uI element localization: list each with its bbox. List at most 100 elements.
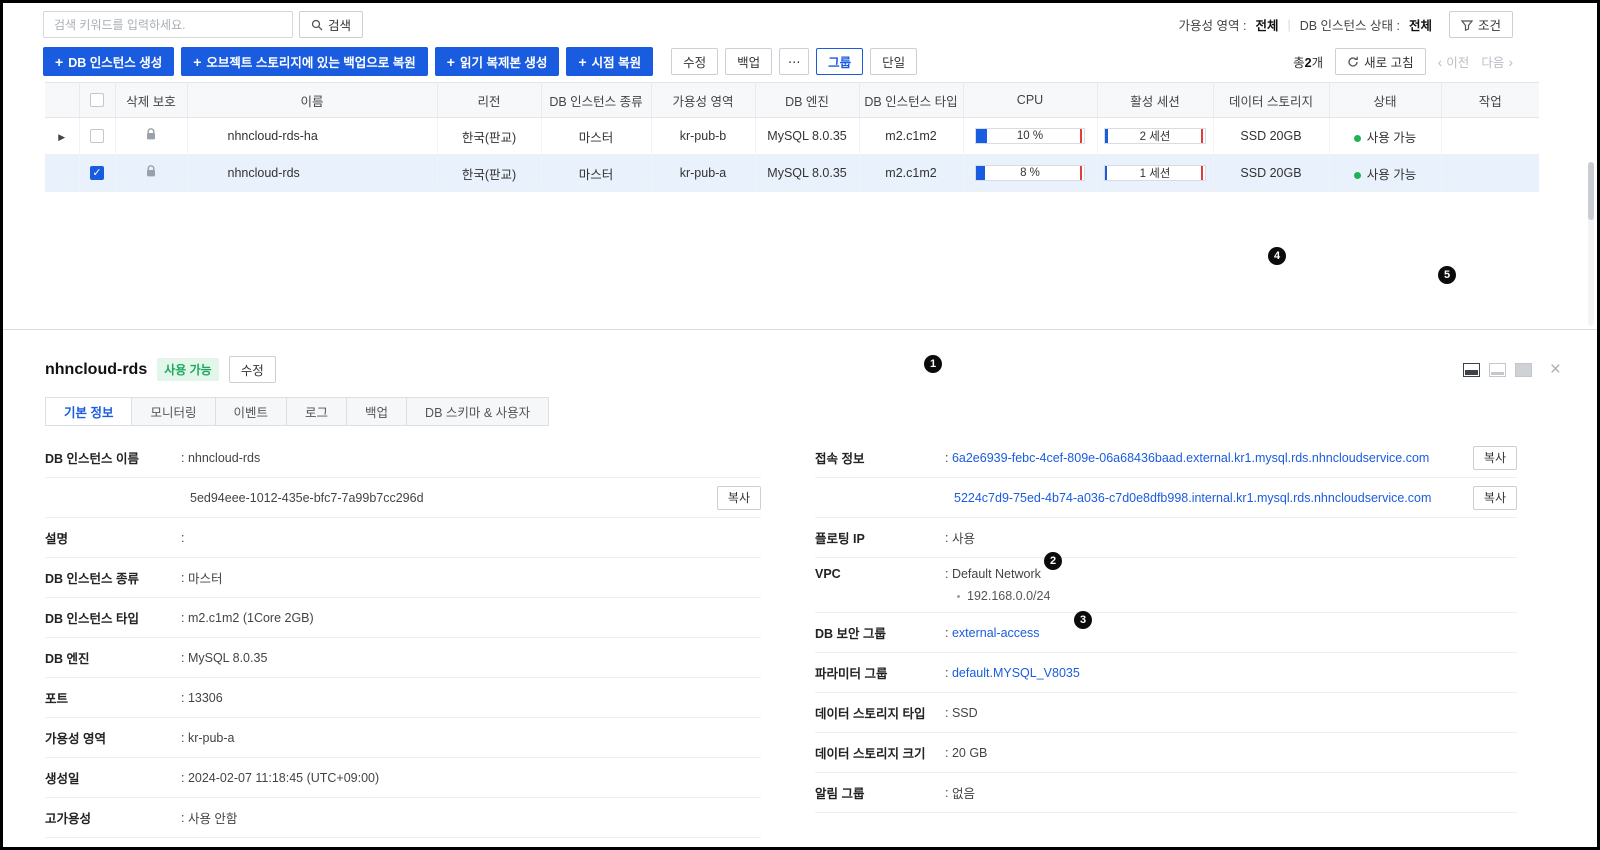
cpu-threshold-marker (1080, 129, 1082, 143)
instance-type: m2.c1m2 (859, 117, 964, 155)
table-header-row: 삭제 보호 이름 리전 DB 인스턴스 종류 가용성 영역 DB 엔진 DB 인… (45, 82, 1539, 118)
tab-db-schema-users[interactable]: DB 스키마 & 사용자 (407, 397, 550, 426)
restore-from-object-storage-button[interactable]: + 오브젝트 스토리지에 있는 백업으로 복원 (181, 47, 428, 76)
state-filter-label: DB 인스턴스 상태 : (1299, 19, 1400, 33)
vpc-subnet: 192.168.0.0/24 (945, 589, 1050, 603)
instance-list-section: 삭제 보호 이름 리전 DB 인스턴스 종류 가용성 영역 DB 엔진 DB 인… (3, 82, 1597, 329)
annotation-marker-3: 3 (1074, 611, 1092, 629)
topbar: 검색 가용성 영역 : 전체 | DB 인스턴스 상태 : 전체 조건 (3, 3, 1597, 42)
panel-layout-full-icon[interactable] (1514, 362, 1532, 377)
lock-icon (145, 165, 157, 181)
toolbar-pagination: 총2개 새로 고침 ‹ 이전 다음 › (1293, 48, 1513, 75)
more-actions-button[interactable]: ⋯ (779, 48, 810, 75)
session-meter: 1 세션 (1104, 165, 1206, 181)
instance-table: 삭제 보호 이름 리전 DB 인스턴스 종류 가용성 영역 DB 엔진 DB 인… (45, 82, 1539, 192)
external-endpoint-link[interactable]: 6a2e6939-febc-4cef-809e-06a68436baad.ext… (952, 451, 1429, 465)
instance-region: 한국(판교) (437, 154, 542, 192)
cpu-threshold-marker (1080, 166, 1082, 180)
detail-modify-button[interactable]: 수정 (228, 356, 276, 383)
cpu-meter: 10 % (975, 128, 1085, 144)
panel-layout-small-icon[interactable] (1488, 362, 1506, 377)
detail-row-floating-ip: 플로팅 IP 사용 (815, 518, 1517, 558)
table-row-nhncloud-rds[interactable]: nhncloud-rds 한국(판교) 마스터 kr-pub-a MySQL 8… (45, 154, 1539, 192)
az-filter-label: 가용성 영역 : (1178, 19, 1247, 33)
instance-az: kr-pub-b (651, 117, 756, 155)
row-checkbox[interactable] (90, 129, 104, 144)
detail-row-high-availability: 고가용성 사용 안함 (45, 798, 761, 838)
tab-backup[interactable]: 백업 (347, 397, 408, 426)
instance-engine: MySQL 8.0.35 (755, 117, 860, 155)
copy-internal-endpoint-button[interactable]: 복사 (1472, 485, 1517, 510)
refresh-icon (1348, 56, 1358, 67)
instance-type: m2.c1m2 (859, 154, 964, 192)
toolbar-actions: + DB 인스턴스 생성 + 오브젝트 스토리지에 있는 백업으로 복원 + 읽… (43, 47, 918, 76)
point-in-time-restore-button[interactable]: + 시점 복원 (566, 47, 654, 76)
condition-button[interactable]: 조건 (1448, 11, 1513, 38)
session-threshold-marker (1201, 129, 1203, 143)
create-instance-button[interactable]: + DB 인스턴스 생성 (43, 47, 175, 76)
copy-external-endpoint-button[interactable]: 복사 (1472, 445, 1517, 470)
plus-icon: + (55, 53, 64, 70)
expand-cell (45, 154, 80, 192)
plus-icon: + (578, 53, 587, 70)
state-filter-value[interactable]: 전체 (1409, 15, 1432, 34)
close-detail-icon[interactable]: × (1550, 360, 1561, 379)
detail-tabs: 기본 정보 모니터링 이벤트 로그 백업 DB 스키마 & 사용자 (45, 397, 1597, 426)
parameter-group-link[interactable]: default.MYSQL_V8035 (952, 666, 1080, 680)
security-group-link[interactable]: external-access (952, 626, 1040, 640)
tab-monitoring[interactable]: 모니터링 (132, 397, 216, 426)
select-all-checkbox[interactable] (90, 93, 104, 108)
lock-icon (145, 128, 157, 144)
detail-left-column: DB 인스턴스 이름 nhncloud-rds 5ed94eee-1012-43… (45, 438, 761, 838)
annotation-marker-2: 2 (1044, 552, 1062, 570)
search-button[interactable]: 검색 (299, 11, 364, 38)
col-header-status: 상태 (1329, 82, 1442, 118)
scrollbar-thumb[interactable] (1588, 162, 1594, 220)
status-ok-dot (1353, 134, 1361, 142)
backup-button[interactable]: 백업 (725, 48, 773, 75)
detail-row-instance-kind: DB 인스턴스 종류 마스터 (45, 558, 761, 598)
vertical-scrollbar[interactable] (1588, 162, 1594, 326)
expand-row-icon[interactable]: ▶ (58, 132, 65, 142)
detail-row-storage-size: 데이터 스토리지 크기 20 GB (815, 733, 1517, 773)
annotation-marker-1: 1 (924, 355, 942, 373)
search-input[interactable] (43, 11, 293, 38)
instance-name: nhncloud-rds-ha (187, 117, 438, 155)
modify-button[interactable]: 수정 (671, 48, 719, 75)
detail-header: nhncloud-rds 사용 가능 수정 × (3, 356, 1597, 383)
instance-name: nhncloud-rds (187, 154, 438, 192)
table-row-nhncloud-rds-ha[interactable]: ▶ nhncloud-rds-ha 한국(판교) 마스터 kr-pub-b My… (45, 117, 1539, 155)
col-header-storage: 데이터 스토리지 (1213, 82, 1330, 118)
create-read-replica-button[interactable]: + 읽기 복제본 생성 (434, 47, 560, 76)
copy-uuid-button[interactable]: 복사 (716, 485, 761, 510)
status-text: 사용 가능 (1366, 130, 1417, 145)
refresh-button[interactable]: 새로 고침 (1335, 48, 1426, 75)
chevron-right-icon: › (1508, 53, 1513, 70)
tab-events[interactable]: 이벤트 (215, 397, 288, 426)
instance-kind: 마스터 (541, 117, 652, 155)
tab-basic-info[interactable]: 기본 정보 (45, 397, 133, 426)
view-mode-group-button[interactable]: 그룹 (816, 48, 864, 75)
rds-console-page: 검색 가용성 영역 : 전체 | DB 인스턴스 상태 : 전체 조건 + DB… (0, 0, 1600, 850)
cpu-meter: 8 % (975, 165, 1085, 181)
detail-row-storage-type: 데이터 스토리지 타입 SSD (815, 693, 1517, 733)
col-header-delete-protection: 삭제 보호 (115, 82, 188, 118)
instance-az: kr-pub-a (651, 154, 756, 192)
az-filter-value[interactable]: 전체 (1255, 15, 1278, 34)
plus-icon: + (193, 53, 202, 70)
col-header-instance-type: DB 인스턴스 타입 (859, 82, 964, 118)
total-count-text: 총2개 (1293, 56, 1324, 70)
filter-funnel-icon (1460, 19, 1473, 31)
panel-layout-half-icon[interactable] (1462, 362, 1480, 377)
col-header-sessions: 활성 세션 (1097, 82, 1214, 118)
detail-title: nhncloud-rds (45, 360, 148, 378)
plus-icon: + (446, 53, 455, 70)
next-page-button[interactable]: 다음 › (1481, 52, 1513, 71)
tab-logs[interactable]: 로그 (287, 397, 348, 426)
prev-page-button[interactable]: ‹ 이전 (1438, 52, 1470, 71)
row-checkbox-checked[interactable] (90, 166, 104, 181)
detail-row-db-security-group: DB 보안 그룹 external-access (815, 613, 1517, 653)
filter-separator: | (1287, 17, 1291, 32)
view-mode-single-button[interactable]: 단일 (870, 48, 918, 75)
internal-endpoint-link[interactable]: 5224c7d9-75ed-4b74-a036-c7d0e8dfb998.int… (954, 491, 1431, 505)
